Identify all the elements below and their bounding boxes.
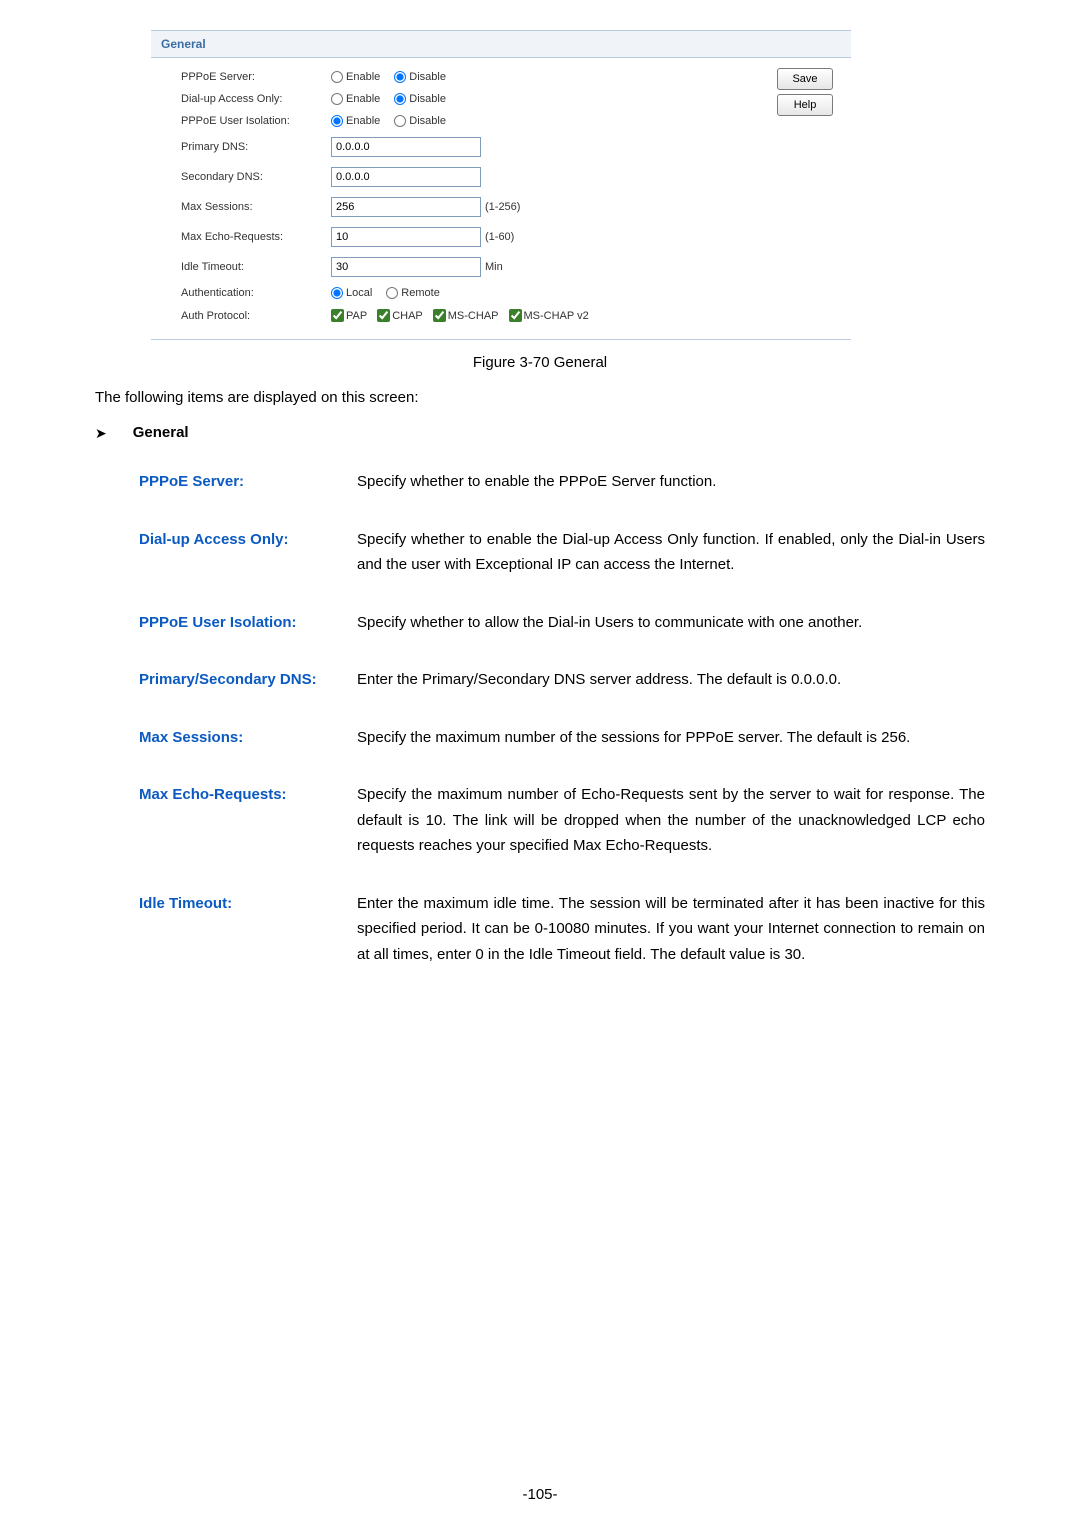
- label-auth-protocol: Auth Protocol:: [181, 310, 331, 322]
- label-idle-timeout: Idle Timeout:: [181, 261, 331, 273]
- input-idle-timeout[interactable]: [331, 257, 481, 277]
- input-max-sessions[interactable]: [331, 197, 481, 217]
- check-chap[interactable]: [377, 309, 390, 322]
- label-isolation: PPPoE User Isolation:: [181, 115, 331, 127]
- label-max-echo: Max Echo-Requests:: [181, 231, 331, 243]
- radio-pppoe-enable[interactable]: [331, 71, 343, 83]
- def-desc: Specify whether to enable the Dial-up Ac…: [357, 527, 985, 578]
- row-max-sessions: Max Sessions: (1-256): [151, 192, 851, 222]
- def-desc: Enter the Primary/Secondary DNS server a…: [357, 667, 985, 693]
- row-primary-dns: Primary DNS:: [151, 132, 851, 162]
- section-heading: ➤ General: [95, 424, 985, 441]
- label-secondary-dns: Secondary DNS:: [181, 171, 331, 183]
- def-term: Dial-up Access Only:: [139, 527, 339, 578]
- row-isolation: PPPoE User Isolation: Enable Disable: [151, 110, 851, 132]
- def-term: PPPoE User Isolation:: [139, 610, 339, 636]
- radio-label: Enable: [346, 93, 380, 105]
- radio-dialup-disable[interactable]: [394, 93, 406, 105]
- radio-label: Local: [346, 287, 372, 299]
- label-dialup: Dial-up Access Only:: [181, 93, 331, 105]
- intro-text: The following items are displayed on thi…: [95, 389, 985, 406]
- def-term: Idle Timeout:: [139, 891, 339, 968]
- label-max-sessions: Max Sessions:: [181, 201, 331, 213]
- def-desc: Enter the maximum idle time. The session…: [357, 891, 985, 968]
- radio-label: Enable: [346, 115, 380, 127]
- check-label: PAP: [346, 310, 367, 322]
- page-number: -105-: [0, 1486, 1080, 1503]
- check-label: MS-CHAP: [448, 310, 499, 322]
- radio-auth-local[interactable]: [331, 287, 343, 299]
- check-label: CHAP: [392, 310, 423, 322]
- definitions-list: PPPoE Server: Specify whether to enable …: [139, 469, 985, 967]
- row-dialup: Dial-up Access Only: Enable Disable: [151, 88, 851, 110]
- radio-auth-remote[interactable]: [386, 287, 398, 299]
- def-desc: Specify whether to enable the PPPoE Serv…: [357, 469, 985, 495]
- row-pppoe-server: PPPoE Server: Enable Disable: [151, 66, 851, 88]
- check-pap[interactable]: [331, 309, 344, 322]
- figure-caption: Figure 3-70 General: [95, 354, 985, 371]
- help-button[interactable]: Help: [777, 94, 833, 116]
- radio-label: Disable: [409, 115, 446, 127]
- row-authentication: Authentication: Local Remote: [151, 282, 851, 304]
- def-isolation: PPPoE User Isolation: Specify whether to…: [139, 610, 985, 636]
- check-mschapv2[interactable]: [509, 309, 522, 322]
- label-authentication: Authentication:: [181, 287, 331, 299]
- def-max-echo: Max Echo-Requests: Specify the maximum n…: [139, 782, 985, 859]
- label-primary-dns: Primary DNS:: [181, 141, 331, 153]
- def-term: Max Sessions:: [139, 725, 339, 751]
- suffix-max-sessions: (1-256): [485, 201, 520, 213]
- def-max-sessions: Max Sessions: Specify the maximum number…: [139, 725, 985, 751]
- label-pppoe-server: PPPoE Server:: [181, 71, 331, 83]
- input-max-echo[interactable]: [331, 227, 481, 247]
- row-max-echo: Max Echo-Requests: (1-60): [151, 222, 851, 252]
- def-idle-timeout: Idle Timeout: Enter the maximum idle tim…: [139, 891, 985, 968]
- radio-label: Disable: [409, 71, 446, 83]
- def-dialup: Dial-up Access Only: Specify whether to …: [139, 527, 985, 578]
- panel-body: Save Help PPPoE Server: Enable Disable D…: [151, 58, 851, 340]
- save-button[interactable]: Save: [777, 68, 833, 90]
- general-panel: General Save Help PPPoE Server: Enable D…: [151, 30, 851, 340]
- side-buttons: Save Help: [777, 68, 833, 116]
- suffix-idle-timeout: Min: [485, 261, 503, 273]
- radio-dialup-enable[interactable]: [331, 93, 343, 105]
- radio-isolation-enable[interactable]: [331, 115, 343, 127]
- radio-isolation-disable[interactable]: [394, 115, 406, 127]
- def-desc: Specify the maximum number of the sessio…: [357, 725, 985, 751]
- def-term: PPPoE Server:: [139, 469, 339, 495]
- row-auth-protocol: Auth Protocol: PAP CHAP MS-CHAP MS-CHAP …: [151, 304, 851, 327]
- def-term: Primary/Secondary DNS:: [139, 667, 339, 693]
- radio-label: Enable: [346, 71, 380, 83]
- section-title: General: [133, 424, 189, 441]
- panel-title: General: [151, 31, 851, 58]
- def-dns: Primary/Secondary DNS: Enter the Primary…: [139, 667, 985, 693]
- radio-pppoe-disable[interactable]: [394, 71, 406, 83]
- suffix-max-echo: (1-60): [485, 231, 514, 243]
- def-term: Max Echo-Requests:: [139, 782, 339, 859]
- def-desc: Specify the maximum number of Echo-Reque…: [357, 782, 985, 859]
- row-idle-timeout: Idle Timeout: Min: [151, 252, 851, 282]
- radio-label: Remote: [401, 287, 440, 299]
- input-primary-dns[interactable]: [331, 137, 481, 157]
- def-pppoe-server: PPPoE Server: Specify whether to enable …: [139, 469, 985, 495]
- def-desc: Specify whether to allow the Dial-in Use…: [357, 610, 985, 636]
- row-secondary-dns: Secondary DNS:: [151, 162, 851, 192]
- arrowhead-icon: ➤: [95, 426, 107, 440]
- input-secondary-dns[interactable]: [331, 167, 481, 187]
- radio-label: Disable: [409, 93, 446, 105]
- check-label: MS-CHAP v2: [524, 310, 589, 322]
- check-mschap[interactable]: [433, 309, 446, 322]
